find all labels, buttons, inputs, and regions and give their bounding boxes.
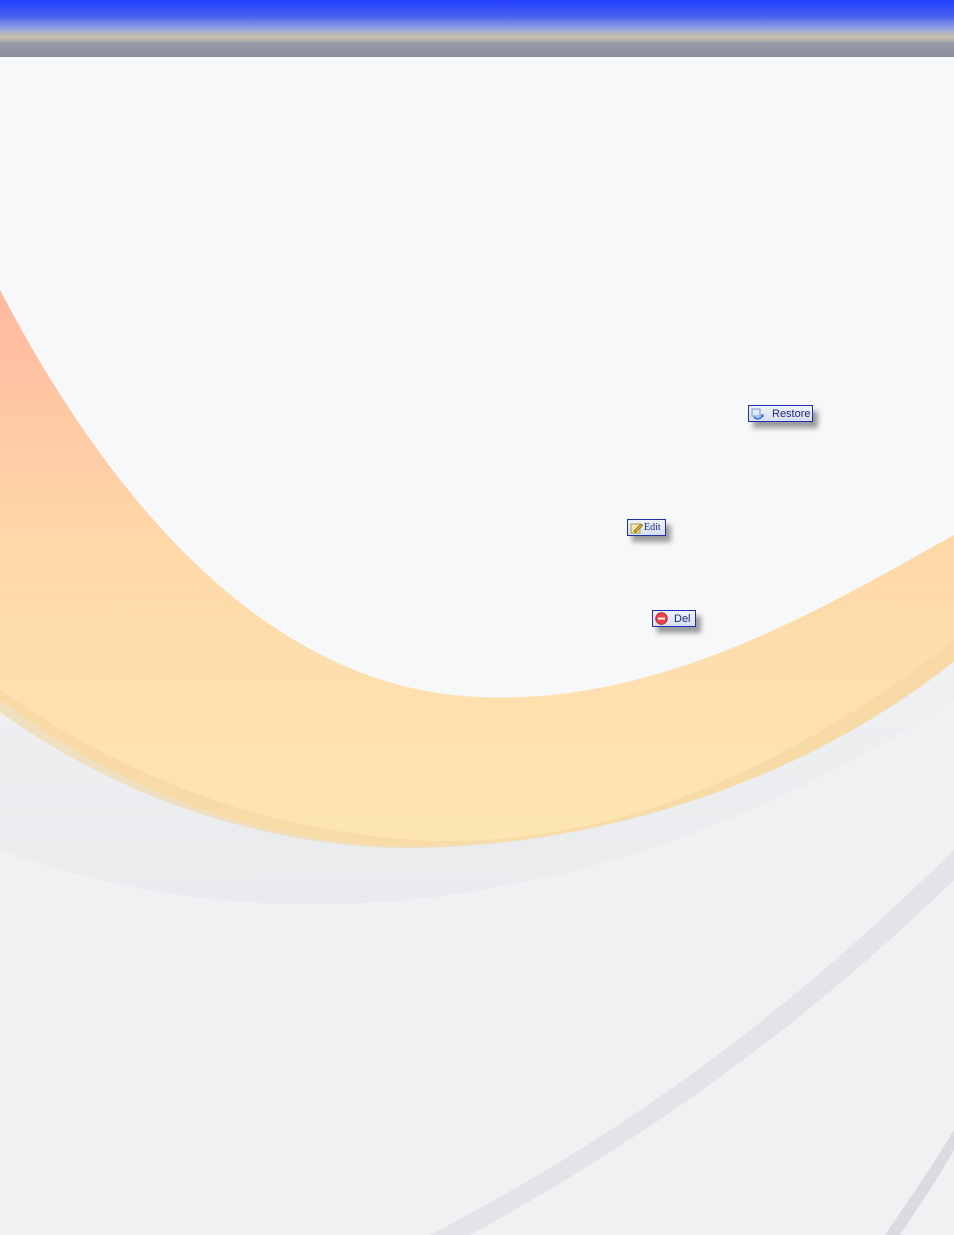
header-subbar — [0, 42, 954, 57]
edit-button[interactable]: Edit — [627, 519, 666, 536]
header-bar — [0, 0, 954, 42]
edit-button-label: Edit — [644, 522, 661, 533]
restore-icon — [751, 407, 764, 420]
del-button-label: Del — [674, 612, 691, 625]
delete-icon — [655, 612, 668, 625]
background-swoosh — [0, 57, 954, 1235]
del-button[interactable]: Del — [652, 610, 696, 627]
restore-button-label: Restore — [772, 407, 811, 420]
edit-icon — [630, 521, 644, 534]
restore-button[interactable]: Restore — [748, 405, 813, 422]
